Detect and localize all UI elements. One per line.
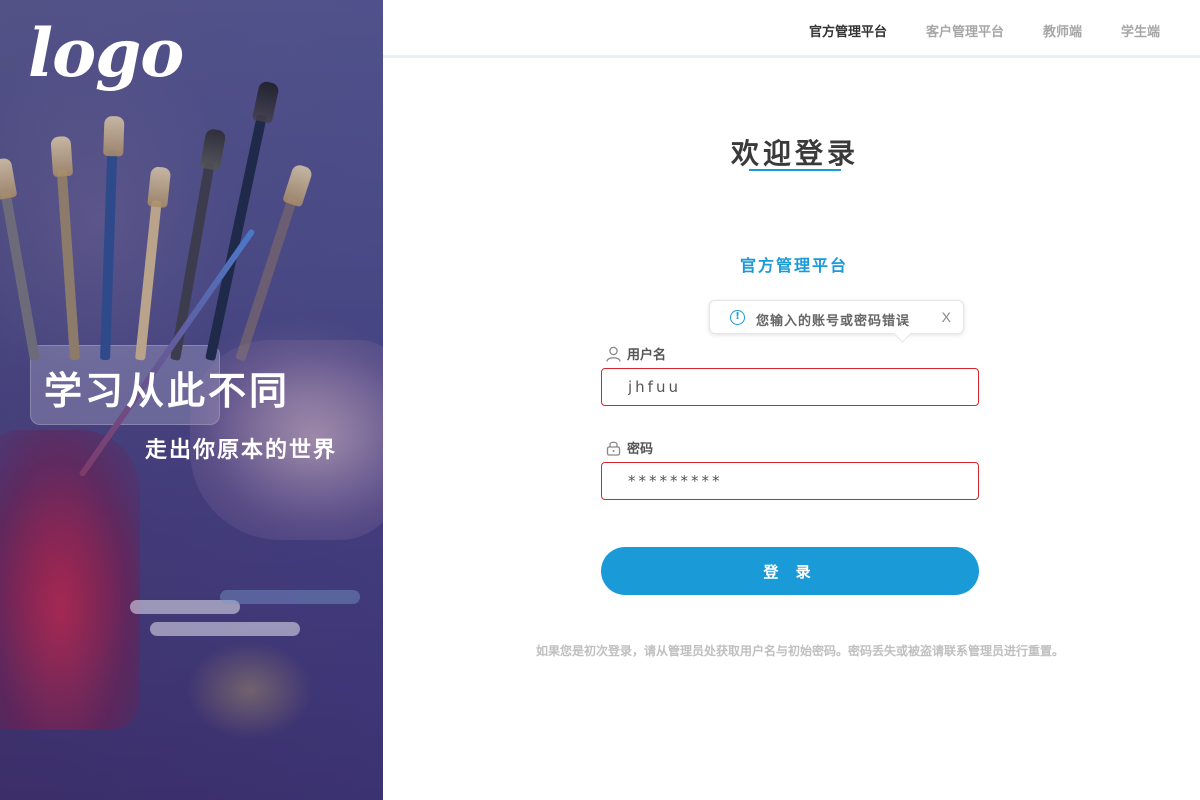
page-title: 欢迎登录 [730, 137, 859, 170]
password-label-text: 密码 [627, 442, 654, 457]
nav-teacher[interactable]: 教师端 [1043, 21, 1082, 40]
hero-panel: logo 学习从此不同 走出你原本的世界 [0, 0, 383, 800]
error-message: 您输入的账号或密码错误 [756, 314, 911, 329]
close-tooltip-button[interactable]: X [942, 309, 951, 325]
nav-student[interactable]: 学生端 [1121, 21, 1160, 40]
paint-jar-image [0, 430, 140, 730]
paint-tubes-image [130, 560, 383, 640]
lock-icon [606, 440, 621, 460]
hero-slogan: 学习从此不同 [44, 369, 291, 413]
title-underline [749, 169, 841, 171]
username-input[interactable] [601, 368, 979, 406]
username-label-text: 用户名 [627, 348, 667, 363]
info-circle-icon: ! [730, 310, 745, 325]
platform-name: 官方管理平台 [739, 256, 848, 275]
logo: logo [28, 14, 184, 92]
password-label: 密码 [606, 438, 653, 460]
hero-subslogan: 走出你原本的世界 [145, 438, 338, 463]
login-button[interactable]: 登 录 [601, 547, 979, 595]
nav-official-platform[interactable]: 官方管理平台 [809, 21, 887, 40]
login-help-text: 如果您是初次登录，请从管理员处获取用户名与初始密码。密码丢失或被盗请联系管理员进… [535, 644, 1064, 658]
error-tooltip: ! 您输入的账号或密码错误 X [709, 300, 964, 334]
user-icon [606, 346, 621, 366]
username-label: 用户名 [606, 344, 666, 366]
nav-client-platform[interactable]: 客户管理平台 [926, 21, 1004, 40]
top-nav: 官方管理平台 客户管理平台 教师端 学生端 [383, 0, 1200, 58]
password-input[interactable] [601, 462, 979, 500]
